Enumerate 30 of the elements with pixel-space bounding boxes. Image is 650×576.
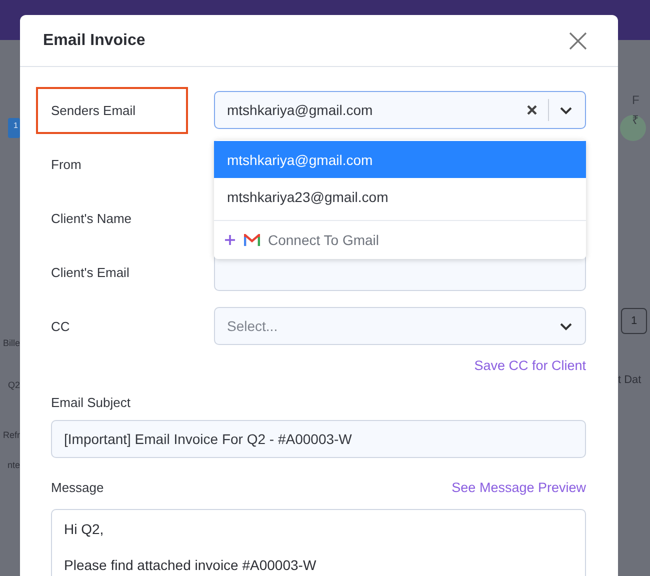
- connect-gmail-option[interactable]: Connect To Gmail: [214, 221, 586, 259]
- close-button[interactable]: [568, 30, 588, 50]
- background-text: Refr: [2, 430, 20, 440]
- background-text: ₹: [632, 112, 639, 128]
- subject-field[interactable]: [Important] Email Invoice For Q2 - #A00003-W: [51, 420, 586, 458]
- subject-label: Email Subject: [51, 395, 132, 410]
- message-field[interactable]: Hi Q2, Please find attached invoice #A00003-W: [51, 509, 586, 576]
- page-number-button[interactable]: 1: [621, 308, 647, 334]
- field-label: Client's Email: [50, 264, 130, 282]
- dialog-title: Email Invoice: [43, 32, 146, 50]
- field-label: Client's Name: [50, 210, 133, 228]
- background-text: Q2: [8, 380, 20, 390]
- dropdown-option[interactable]: mtshkariya@gmail.com: [214, 141, 586, 178]
- count-badge: 1: [8, 118, 20, 138]
- avatar: [620, 115, 646, 141]
- plus-icon: [224, 234, 236, 246]
- field-label: CC: [50, 318, 71, 336]
- save-cc-link[interactable]: Save CC for Client: [474, 358, 586, 373]
- clear-icon[interactable]: [526, 104, 538, 116]
- background-text: Bille: [2, 338, 20, 348]
- select-field[interactable]: Select...: [214, 307, 586, 345]
- select-field[interactable]: mtshkariya@gmail.com: [214, 91, 586, 129]
- field-label: Senders Email: [36, 86, 188, 134]
- mail-logo-icon: [244, 234, 260, 246]
- message-label: Message: [51, 480, 104, 495]
- column-header: t Dat: [618, 374, 642, 386]
- dropdown-option[interactable]: mtshkariya23@gmail.com: [214, 178, 586, 215]
- background-text: nte: [7, 460, 20, 470]
- field-label: From: [50, 156, 82, 174]
- message-preview-link[interactable]: See Message Preview: [452, 480, 586, 495]
